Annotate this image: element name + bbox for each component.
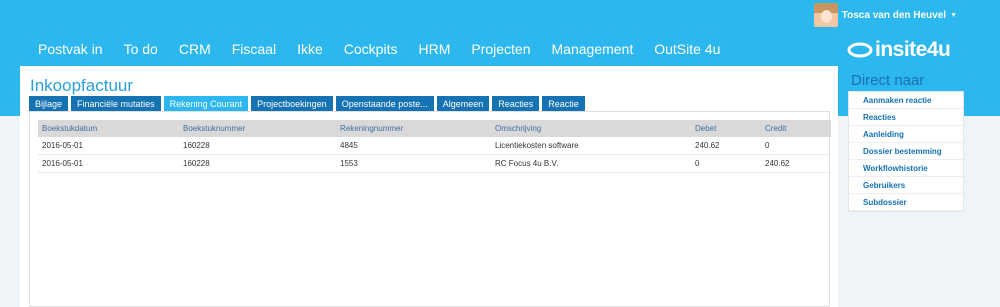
table-cell: 0 xyxy=(691,154,761,173)
tab-bijlage[interactable]: Bijlage xyxy=(29,96,69,112)
user-menu[interactable]: Tosca van den Heuvel ▼ xyxy=(813,3,957,27)
column-header[interactable]: Omschrijving xyxy=(491,120,691,137)
link-reacties[interactable]: Reacties xyxy=(849,109,963,126)
nav-item-hrm[interactable]: HRM xyxy=(418,41,450,57)
nav-item-projecten[interactable]: Projecten xyxy=(471,41,530,57)
nav-item-to-do[interactable]: To do xyxy=(124,41,158,57)
tab-rekening-courant[interactable]: Rekening Courant xyxy=(163,96,249,112)
direct-naar-sidebar: Direct naar Aanmaken reactie Reacties Aa… xyxy=(848,66,964,212)
chevron-down-icon: ▼ xyxy=(950,11,957,19)
table-cell: Licentiekosten software xyxy=(491,137,691,155)
link-gebruikers[interactable]: Gebruikers xyxy=(849,177,963,194)
sidebar-title: Direct naar xyxy=(851,72,925,89)
user-name: Tosca van den Heuvel xyxy=(841,9,947,21)
nav-item-crm[interactable]: CRM xyxy=(179,41,211,57)
nav-item-cockpits[interactable]: Cockpits xyxy=(344,41,398,57)
column-header[interactable]: Rekeningnummer xyxy=(336,120,491,137)
tab-openstaande-posten[interactable]: Openstaande poste... xyxy=(335,96,434,112)
table-cell: 2016-05-01 xyxy=(38,154,179,173)
logo-swirl-icon xyxy=(847,42,873,58)
link-aanmaken-reactie[interactable]: Aanmaken reactie xyxy=(849,92,963,109)
sidebar-links: Aanmaken reactie Reacties Aanleiding Dos… xyxy=(848,91,964,212)
table-cell: 4845 xyxy=(336,137,491,155)
column-header[interactable]: Boekstuknummer xyxy=(179,120,336,137)
nav-item-postvak-in[interactable]: Postvak in xyxy=(38,41,103,57)
main-nav: Postvak in To do CRM Fiscaal Ikke Cockpi… xyxy=(38,41,741,57)
nav-item-ikke[interactable]: Ikke xyxy=(297,41,323,57)
data-table: Boekstukdatum Boekstuknummer Rekeningnum… xyxy=(38,120,831,173)
tab-panel: Boekstukdatum Boekstuknummer Rekeningnum… xyxy=(29,111,831,307)
link-aanleiding[interactable]: Aanleiding xyxy=(849,126,963,143)
table-cell: 1553 xyxy=(336,154,491,173)
table-cell: RC Focus 4u B.V. xyxy=(491,154,691,173)
table-cell: 0 xyxy=(761,137,831,155)
table-cell: 240.62 xyxy=(691,137,761,155)
tab-reactie[interactable]: Reactie xyxy=(542,96,585,112)
link-workflowhistorie[interactable]: Workflowhistorie xyxy=(849,160,963,177)
logo[interactable]: insite4u xyxy=(847,38,951,62)
avatar xyxy=(813,3,838,27)
tab-projectboekingen[interactable]: Projectboekingen xyxy=(251,96,333,112)
nav-item-fiscaal[interactable]: Fiscaal xyxy=(232,41,276,57)
main-content: Inkoopfactuur Bijlage Financiële mutatie… xyxy=(20,66,838,307)
column-header[interactable]: Debet xyxy=(691,120,761,137)
logo-text: insite4u xyxy=(875,38,951,61)
nav-item-outsite-4u[interactable]: OutSite 4u xyxy=(654,41,720,57)
link-subdossier[interactable]: Subdossier xyxy=(849,194,963,211)
table-row[interactable]: 2016-05-01 160228 1553 RC Focus 4u B.V. … xyxy=(38,154,831,173)
tab-reacties[interactable]: Reacties xyxy=(492,96,540,112)
column-header[interactable]: Boekstukdatum xyxy=(38,120,179,137)
page-title: Inkoopfactuur xyxy=(30,76,134,95)
table-cell: 240.62 xyxy=(761,154,831,173)
nav-item-management[interactable]: Management xyxy=(552,41,634,57)
column-header[interactable]: Credit xyxy=(761,120,831,137)
tab-financiele-mutaties[interactable]: Financiële mutaties xyxy=(71,96,161,112)
table-cell: 2016-05-01 xyxy=(38,137,179,155)
tab-bar: Bijlage Financiële mutaties Rekening Cou… xyxy=(29,96,588,112)
tab-algemeen[interactable]: Algemeen xyxy=(436,96,490,112)
table-row[interactable]: 2016-05-01 160228 4845 Licentiekosten so… xyxy=(38,137,831,155)
table-cell: 160228 xyxy=(179,154,336,173)
link-dossier-bestemming[interactable]: Dossier bestemming xyxy=(849,143,963,160)
table-cell: 160228 xyxy=(179,137,336,155)
table-header-row: Boekstukdatum Boekstuknummer Rekeningnum… xyxy=(38,120,831,137)
